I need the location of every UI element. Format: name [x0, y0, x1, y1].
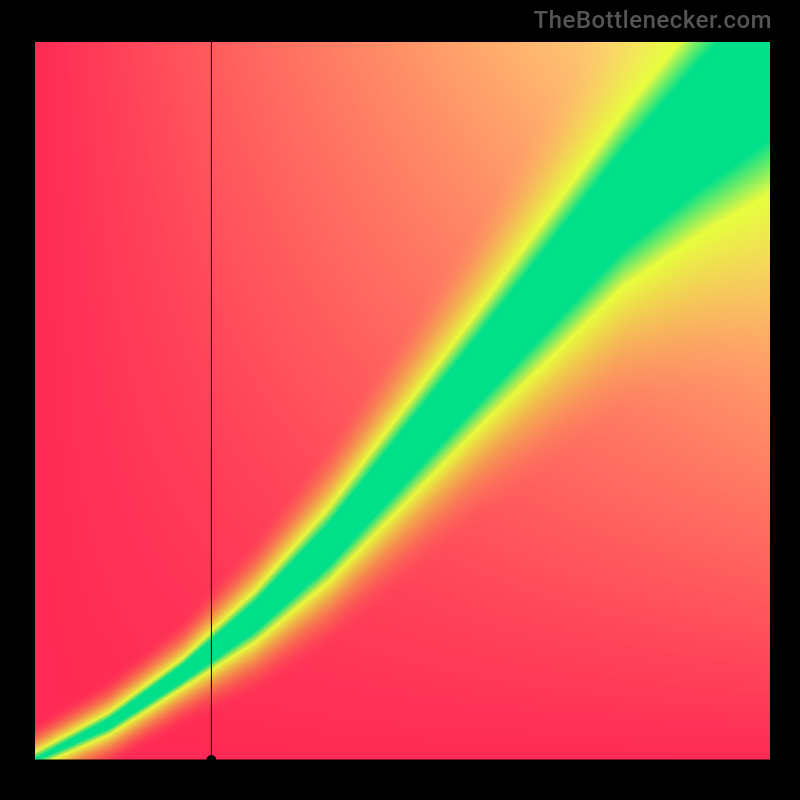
- watermark-text: TheBottlenecker.com: [534, 6, 772, 34]
- bottleneck-heatmap: [35, 42, 770, 760]
- chart-container: TheBottlenecker.com: [0, 0, 800, 800]
